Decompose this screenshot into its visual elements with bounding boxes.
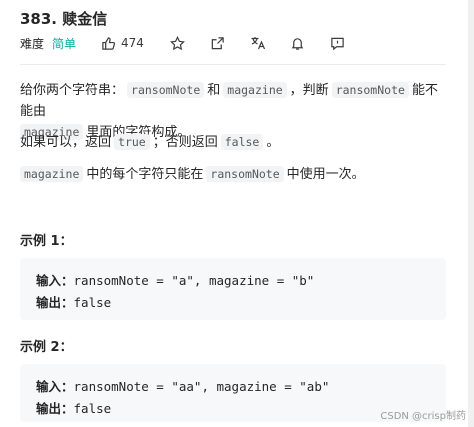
output-value: false	[73, 401, 112, 416]
inline-code: ransomNote	[206, 166, 284, 182]
output-label: 输出：	[36, 295, 74, 310]
problem-title: 383. 赎金信	[20, 10, 108, 28]
example-2-title: 示例 2：	[20, 340, 73, 355]
example-2-input: 输入：ransomNote = "aa", magazine = "ab"	[36, 376, 329, 395]
thumbs-up-icon[interactable]	[100, 35, 116, 51]
inline-code: magazine	[223, 82, 287, 98]
description-text: ，判断	[289, 83, 329, 98]
header-divider	[20, 64, 446, 65]
example-1-input: 输入：ransomNote = "a", magazine = "b"	[36, 270, 314, 289]
description-text: ；否则返回	[152, 135, 218, 150]
difficulty-label: 难度	[20, 36, 45, 51]
output-value: false	[73, 295, 112, 310]
inline-code: ransomNote	[127, 82, 205, 98]
description-text: 给你两个字符串：	[20, 83, 125, 98]
translate-icon[interactable]	[250, 35, 266, 51]
inline-code: true	[114, 134, 150, 150]
star-icon[interactable]	[170, 35, 186, 51]
description-text: 和	[207, 83, 221, 98]
description-text: 如果可以，返回	[20, 135, 112, 150]
inline-code: false	[220, 134, 264, 150]
description-paragraph-3: magazine 中的每个字符只能在 ransomNote 中使用一次。	[20, 164, 365, 185]
inline-code: ransomNote	[331, 82, 409, 98]
description-paragraph-2: 如果可以，返回 true ；否则返回 false。	[20, 132, 279, 153]
description-text: 。	[266, 135, 280, 150]
example-2-output: 输出：false	[36, 398, 111, 417]
difficulty-badge: 简单	[52, 36, 77, 51]
description-text: 中使用一次。	[286, 167, 365, 182]
input-label: 输入：	[36, 273, 74, 288]
comment-icon[interactable]	[330, 35, 346, 51]
vertical-scrollbar[interactable]	[468, 0, 474, 427]
watermark: CSDN @crisp制药	[380, 411, 466, 422]
share-icon[interactable]	[210, 35, 226, 51]
example-1-title: 示例 1：	[20, 234, 73, 249]
bell-icon[interactable]	[290, 35, 306, 51]
description-text: 中的每个字符只能在	[86, 167, 204, 182]
input-value: ransomNote = "a", magazine = "b"	[73, 273, 315, 288]
problem-meta-bar: 难度 简单 474	[20, 35, 346, 51]
inline-code: magazine	[20, 166, 84, 182]
input-value: ransomNote = "aa", magazine = "ab"	[73, 379, 330, 394]
example-1-output: 输出：false	[36, 292, 111, 311]
like-count: 474	[121, 36, 144, 50]
input-label: 输入：	[36, 379, 74, 394]
output-label: 输出：	[36, 401, 74, 416]
example-1-box: 输入：ransomNote = "a", magazine = "b" 输出：f…	[20, 258, 446, 320]
